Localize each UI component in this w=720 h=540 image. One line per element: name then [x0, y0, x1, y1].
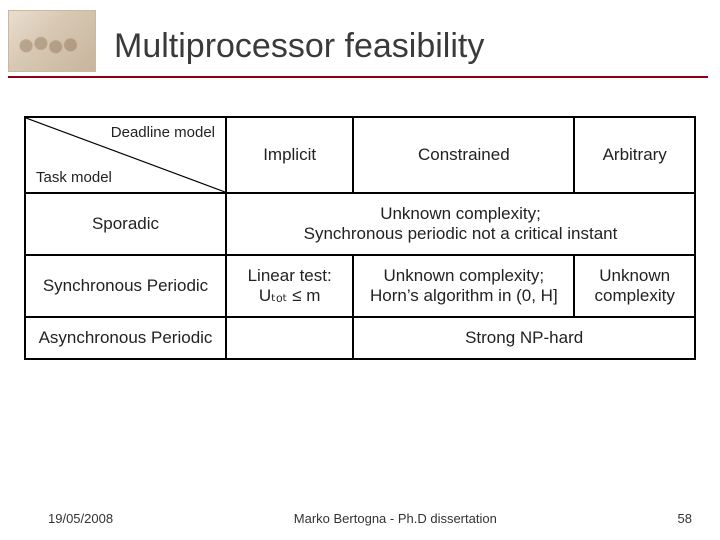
logo-image	[8, 10, 96, 72]
cell-sporadic-merged: Unknown complexity; Synchronous periodic…	[226, 193, 695, 255]
footer-date: 19/05/2008	[48, 511, 113, 526]
cell-sync-implicit: Linear test: Uₜₒₜ ≤ m	[226, 255, 353, 317]
table-row: Deadline model Task model Implicit Const…	[25, 117, 695, 193]
text: Uₜₒₜ ≤ m	[233, 286, 346, 306]
text: Linear test:	[233, 266, 346, 286]
row-label-sync: Synchronous Periodic	[25, 255, 226, 317]
cell-sync-constrained: Unknown complexity; Horn’s algorithm in …	[353, 255, 574, 317]
footer-center: Marko Bertogna - Ph.D dissertation	[294, 511, 497, 526]
row-label-sporadic: Sporadic	[25, 193, 226, 255]
col-header-implicit: Implicit	[226, 117, 353, 193]
text: Horn’s algorithm in (0, H]	[360, 286, 567, 306]
text: Unknown complexity;	[360, 266, 567, 286]
footer: 19/05/2008 Marko Bertogna - Ph.D dissert…	[0, 511, 720, 526]
table-row: Synchronous Periodic Linear test: Uₜₒₜ ≤…	[25, 255, 695, 317]
cell-async-implicit	[226, 317, 353, 359]
col-header-arbitrary: Arbitrary	[574, 117, 695, 193]
row-label-async: Asynchronous Periodic	[25, 317, 226, 359]
text: Unknown	[581, 266, 688, 286]
corner-cell: Deadline model Task model	[25, 117, 226, 193]
cell-async-merged: Strong NP-hard	[353, 317, 695, 359]
task-model-label: Task model	[36, 169, 112, 186]
footer-page: 58	[678, 511, 692, 526]
text: complexity	[581, 286, 688, 306]
deadline-model-label: Deadline model	[111, 124, 215, 141]
table-row: Sporadic Unknown complexity; Synchronous…	[25, 193, 695, 255]
feasibility-table: Deadline model Task model Implicit Const…	[24, 116, 696, 360]
slide-title: Multiprocessor feasibility	[114, 27, 484, 72]
col-header-constrained: Constrained	[353, 117, 574, 193]
cell-sync-arbitrary: Unknown complexity	[574, 255, 695, 317]
table-row: Asynchronous Periodic Strong NP-hard	[25, 317, 695, 359]
